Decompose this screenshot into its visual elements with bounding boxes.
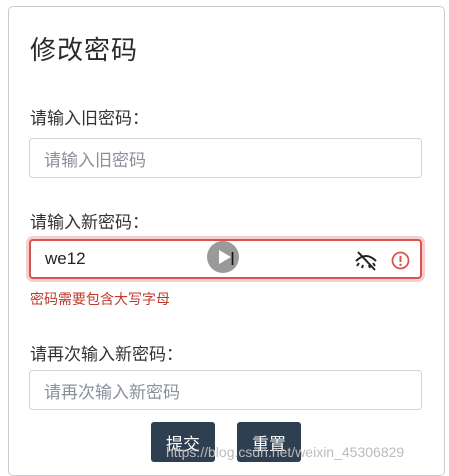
confirm-password-label: 请再次输入新密码： — [30, 345, 183, 364]
new-password-error: 密码需要包含大写字母 — [30, 291, 170, 307]
new-password-field[interactable]: we12 I — [29, 239, 422, 279]
old-password-placeholder: 请输入旧密码 — [44, 150, 146, 170]
page-title: 修改密码 — [30, 35, 139, 65]
eye-slash-icon[interactable] — [354, 250, 378, 272]
confirm-password-placeholder: 请再次输入新密码 — [44, 382, 180, 402]
old-password-field[interactable]: 请输入旧密码 — [29, 138, 422, 178]
alert-circle-icon — [391, 251, 410, 270]
new-password-label: 请输入新密码： — [30, 213, 149, 232]
confirm-password-field[interactable]: 请再次输入新密码 — [29, 370, 422, 410]
old-password-label: 请输入旧密码： — [30, 109, 149, 128]
watermark: https://blog.csdn.net/weixin_45306829 — [166, 444, 405, 460]
text-cursor-icon: I — [230, 249, 236, 269]
